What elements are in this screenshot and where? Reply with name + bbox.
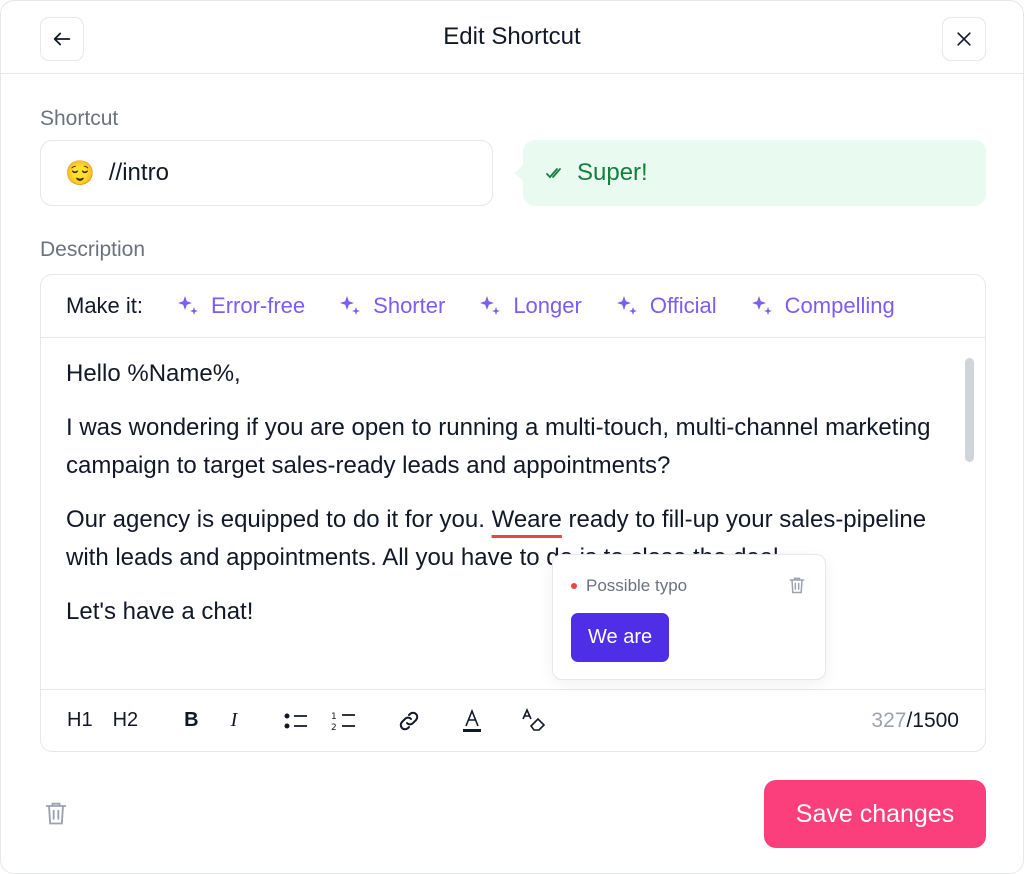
paragraph: I was wondering if you are open to runni… [66, 414, 931, 479]
make-it-option-label: Compelling [784, 293, 895, 318]
make-it-option-label: Shorter [373, 293, 446, 318]
description-label: Description [40, 238, 146, 261]
heading1-button[interactable]: H1 [67, 709, 93, 732]
make-it-label: Make it: [66, 293, 144, 318]
sparkle-icon [480, 296, 501, 315]
save-changes-button[interactable]: Save changes [764, 780, 986, 848]
format-toolbar: H1 H2 B I 12 327/1500 [41, 689, 985, 751]
typo-popup: Possible typo We are [552, 554, 826, 680]
shortcut-input[interactable]: 😌 //intro [40, 140, 493, 206]
italic-button[interactable]: I [231, 709, 238, 732]
text-color-button[interactable] [461, 708, 483, 734]
count-max: /1500 [906, 708, 959, 732]
make-it-bar: Make it: Error-free Shorter Longer Official… [41, 275, 985, 338]
typo-word[interactable]: Weare [492, 506, 562, 533]
typo-popup-header: Possible typo [571, 576, 687, 596]
sparkle-icon [178, 296, 199, 315]
error-dot-icon [571, 583, 577, 589]
paragraph: Hello %Name%, [66, 360, 241, 387]
make-it-shorter-button[interactable]: Shorter [339, 293, 445, 319]
make-it-compelling-button[interactable]: Compelling [751, 293, 895, 319]
numbered-list-button[interactable]: 12 [331, 710, 357, 732]
dialog-title: Edit Shortcut [443, 23, 581, 50]
sparkle-icon [616, 296, 637, 315]
emoji-picker[interactable]: 😌 [65, 159, 95, 188]
link-button[interactable] [395, 709, 423, 733]
make-it-option-label: Longer [513, 293, 582, 318]
text-color-icon [463, 708, 482, 732]
make-it-error-free-button[interactable]: Error-free [177, 293, 305, 319]
bullet-list-icon [284, 713, 308, 728]
shortcut-value: //intro [108, 159, 169, 186]
typo-popup-title: Possible typo [586, 576, 688, 595]
validation-message: Super! [514, 140, 986, 206]
bold-button[interactable]: B [184, 709, 198, 732]
close-button[interactable] [942, 17, 986, 61]
make-it-option-label: Error-free [211, 293, 306, 318]
edit-shortcut-dialog: Edit Shortcut Shortcut 😌 //intro Super! … [0, 0, 1024, 874]
svg-text:2: 2 [331, 723, 337, 732]
trash-icon [789, 577, 805, 594]
numbered-list-icon: 12 [331, 712, 356, 732]
bullet-list-button[interactable] [283, 711, 309, 731]
delete-shortcut-button[interactable] [42, 799, 70, 832]
make-it-longer-button[interactable]: Longer [479, 293, 582, 319]
clear-format-button[interactable] [521, 707, 549, 734]
trash-icon [45, 802, 67, 825]
make-it-option-label: Official [649, 293, 717, 318]
eraser-icon [522, 707, 546, 731]
shortcut-label: Shortcut [40, 107, 119, 130]
count-used: 327 [871, 708, 907, 732]
make-it-official-button[interactable]: Official [616, 293, 717, 319]
double-check-icon [546, 168, 561, 179]
sparkle-icon [340, 296, 361, 315]
heading2-button[interactable]: H2 [113, 709, 139, 732]
dismiss-typo-button[interactable] [787, 575, 807, 600]
text: Our agency is equipped to do it for you. [66, 506, 492, 533]
dialog-header: Edit Shortcut [1, 1, 1023, 74]
validation-text: Super! [577, 159, 648, 186]
typo-suggestion-button[interactable]: We are [571, 613, 670, 662]
scrollbar[interactable] [965, 358, 974, 462]
close-icon [957, 32, 971, 46]
description-editor: Make it: Error-free Shorter Longer Official… [40, 274, 986, 752]
svg-text:1: 1 [331, 712, 337, 722]
link-icon [400, 711, 419, 730]
sparkle-icon [751, 296, 772, 315]
character-count: 327/1500 [871, 709, 959, 733]
